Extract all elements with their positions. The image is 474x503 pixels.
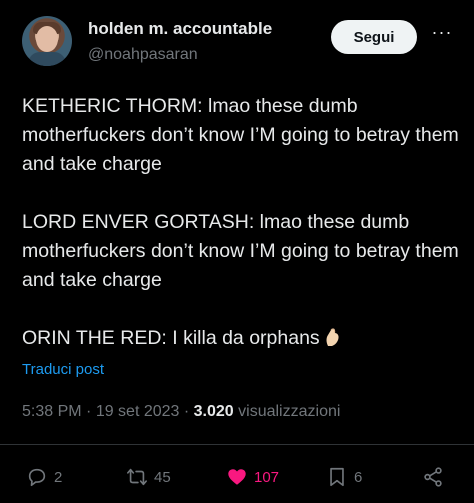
- reply-button[interactable]: 2: [26, 460, 62, 494]
- reply-count: 2: [54, 468, 63, 486]
- like-count: 107: [254, 468, 280, 486]
- tweet-time[interactable]: 5:38 PM: [22, 403, 82, 420]
- views-count: 3.020: [193, 403, 234, 420]
- tweet-paragraph-text: ORIN THE RED: I killa da orphans: [22, 327, 320, 349]
- bookmark-button[interactable]: 6: [326, 460, 362, 494]
- like-icon: [228, 469, 246, 485]
- translate-link[interactable]: Traduci post: [22, 361, 104, 378]
- views-label: visualizzazioni: [233, 403, 341, 420]
- reply-icon: [28, 468, 46, 487]
- repost-icon: [127, 468, 147, 486]
- tweet-text: KETHERIC THORM: lmao these dumb motherfu…: [22, 92, 462, 353]
- share-icon: [424, 467, 442, 487]
- tweet-meta: 5:38 PM · 19 set 2023 · 3.020 visualizza…: [22, 403, 340, 421]
- separator: ·: [179, 403, 194, 420]
- bookmark-count: 6: [354, 468, 363, 486]
- author-name[interactable]: holden m. accountable: [88, 19, 272, 39]
- tweet-date[interactable]: 19 set 2023: [96, 403, 180, 420]
- follow-button[interactable]: Segui: [331, 20, 417, 54]
- tweet-paragraph-last: ORIN THE RED: I killa da orphans: [22, 324, 462, 353]
- action-bar: 2 45 107 6: [0, 460, 474, 494]
- like-button[interactable]: 107: [226, 460, 279, 494]
- separator: ·: [81, 403, 96, 420]
- author-handle[interactable]: @noahpasaran: [88, 46, 198, 64]
- avatar[interactable]: [22, 16, 72, 66]
- repost-count: 45: [154, 468, 171, 486]
- tweet-paragraph: KETHERIC THORM: lmao these dumb motherfu…: [22, 95, 459, 175]
- share-button[interactable]: [422, 460, 444, 494]
- repost-button[interactable]: 45: [126, 460, 171, 494]
- tweet-paragraph: LORD ENVER GORTASH: lmao these dumb moth…: [22, 211, 459, 291]
- bookmark-icon: [330, 467, 344, 487]
- pinched-fingers-emoji: [326, 328, 339, 346]
- divider: [0, 444, 474, 445]
- more-icon[interactable]: ···: [430, 22, 454, 46]
